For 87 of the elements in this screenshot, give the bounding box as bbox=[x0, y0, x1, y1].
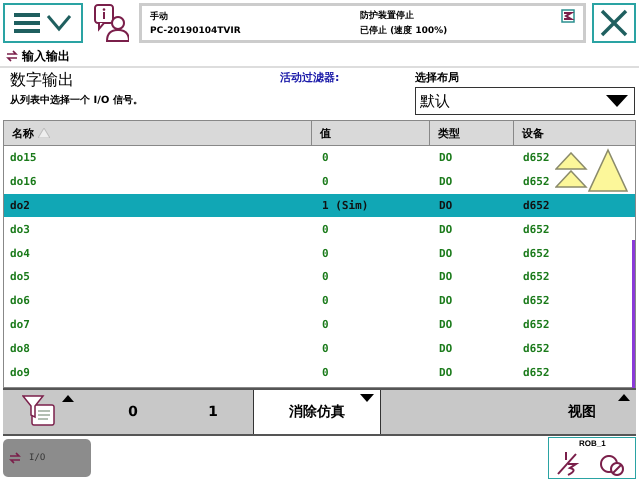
run-state: 已停止 (速度 100%) bbox=[360, 24, 448, 37]
filter-icon bbox=[22, 395, 56, 427]
table-row[interactable]: do16 0 DO d652 bbox=[4, 170, 635, 194]
table-cell-text: 0 bbox=[321, 294, 330, 308]
table-cell-text: do5 bbox=[9, 270, 31, 284]
operating-mode: 手动 bbox=[150, 10, 169, 23]
table-cell-text: d652 bbox=[522, 175, 550, 188]
table-cell-text: do6 bbox=[9, 294, 31, 308]
io-icon bbox=[9, 452, 21, 464]
table-cell-text: d652 bbox=[522, 270, 550, 284]
instruction-text: 从列表中选择一个 I/O 信号。 bbox=[10, 94, 144, 107]
sort-icon bbox=[38, 128, 50, 138]
table-row[interactable]: do8 0 DO d652 bbox=[4, 336, 635, 360]
table-cell-text: do4 bbox=[9, 246, 31, 260]
table-row[interactable]: do6 0 DO d652 bbox=[4, 288, 635, 313]
table-cell-text: d652 bbox=[522, 151, 550, 164]
quickset-button[interactable]: ROB_1 bbox=[548, 437, 636, 479]
event-log-icon[interactable] bbox=[93, 3, 129, 43]
table-cell-text: d652 bbox=[522, 366, 550, 379]
caret-icon bbox=[360, 394, 374, 402]
table-cell-text: d652 bbox=[522, 222, 550, 236]
table-row[interactable]: do5 0 DO d652 bbox=[4, 264, 635, 289]
scroll-up-button[interactable] bbox=[555, 147, 629, 193]
filter-label: 活动过滤器: bbox=[280, 70, 340, 86]
controller-name: PC-20190104TVIR bbox=[150, 26, 242, 36]
table-cell-text: 1 (Sim) bbox=[321, 198, 370, 212]
layout-label: 选择布局 bbox=[415, 70, 460, 85]
set-one-button[interactable]: 1 bbox=[173, 390, 253, 434]
column-header[interactable]: 设备 bbox=[514, 121, 635, 145]
scrollbar[interactable] bbox=[632, 240, 635, 388]
table-cell-text: DO bbox=[438, 175, 454, 188]
table-cell-text: do8 bbox=[9, 342, 31, 355]
table-cell-text: 0 bbox=[321, 246, 330, 260]
table-cell-text: d652 bbox=[522, 294, 550, 308]
table-cell-text: 0 bbox=[321, 222, 330, 236]
layout-dropdown[interactable]: 默认 bbox=[415, 87, 635, 115]
table-cell-text: DO bbox=[438, 294, 454, 308]
table-row[interactable]: do15 0 DO d652 bbox=[4, 146, 635, 170]
safety-state: 防护装置停止 bbox=[360, 9, 415, 22]
taskbar-app-button[interactable]: I/O bbox=[3, 439, 91, 477]
table-cell-text: DO bbox=[438, 246, 454, 260]
caret-icon bbox=[618, 394, 630, 401]
robot-label: ROB_1 bbox=[579, 439, 606, 448]
table-cell-text: do7 bbox=[9, 318, 31, 331]
table-cell-text: DO bbox=[438, 342, 454, 355]
table-cell-text: do9 bbox=[9, 366, 31, 379]
clear-simulation-button[interactable]: 消除仿真 bbox=[253, 390, 381, 434]
table-row[interactable]: do9 0 DO d652 bbox=[4, 360, 635, 384]
table-cell-text: do3 bbox=[9, 222, 31, 236]
table-cell-text: do2 bbox=[9, 198, 31, 212]
table-cell-text: 0 bbox=[321, 318, 330, 331]
table-cell-text: 0 bbox=[321, 175, 330, 188]
table-row[interactable]: do4 0 DO d652 bbox=[4, 241, 635, 265]
table-cell-text: do16 bbox=[9, 175, 38, 188]
view-button[interactable]: 视图 bbox=[381, 390, 636, 434]
table-cell-text: do15 bbox=[9, 151, 38, 164]
column-header[interactable]: 名称 bbox=[4, 121, 312, 145]
table-cell-text: 0 bbox=[321, 366, 330, 379]
table-cell-text: DO bbox=[438, 270, 454, 284]
table-cell-text: d652 bbox=[522, 198, 550, 212]
table-row[interactable]: do2 1 (Sim) DO d652 bbox=[4, 194, 635, 218]
view-title: 数字输出 bbox=[10, 70, 75, 91]
table-cell-text: DO bbox=[438, 318, 454, 331]
set-zero-button[interactable]: 0 bbox=[93, 390, 173, 434]
dropdown-arrow-icon bbox=[606, 95, 628, 107]
table-cell-text: 0 bbox=[321, 342, 330, 355]
table-cell-text: d652 bbox=[522, 246, 550, 260]
table-cell-text: DO bbox=[438, 366, 454, 379]
close-button[interactable] bbox=[592, 3, 636, 43]
io-icon bbox=[6, 50, 18, 62]
menu-button[interactable] bbox=[3, 3, 83, 43]
table-cell-text: 0 bbox=[321, 151, 330, 164]
close-icon bbox=[599, 8, 629, 38]
table-cell-text: DO bbox=[438, 198, 454, 212]
app-title: 输入输出 bbox=[22, 48, 70, 64]
column-header[interactable]: 值 bbox=[312, 121, 430, 145]
table-row[interactable]: do7 0 DO d652 bbox=[4, 312, 635, 336]
program-icon bbox=[561, 9, 575, 23]
menu-icon bbox=[12, 10, 74, 36]
table-row[interactable]: do3 0 DO d652 bbox=[4, 217, 635, 242]
table-cell-text: DO bbox=[438, 151, 454, 164]
table-cell-text: 0 bbox=[321, 270, 330, 284]
column-header[interactable]: 类型 bbox=[430, 121, 514, 145]
table-cell-text: d652 bbox=[522, 342, 550, 355]
table-cell-text: d652 bbox=[522, 318, 550, 331]
caret-icon bbox=[62, 395, 74, 402]
table-cell-text: DO bbox=[438, 222, 454, 236]
